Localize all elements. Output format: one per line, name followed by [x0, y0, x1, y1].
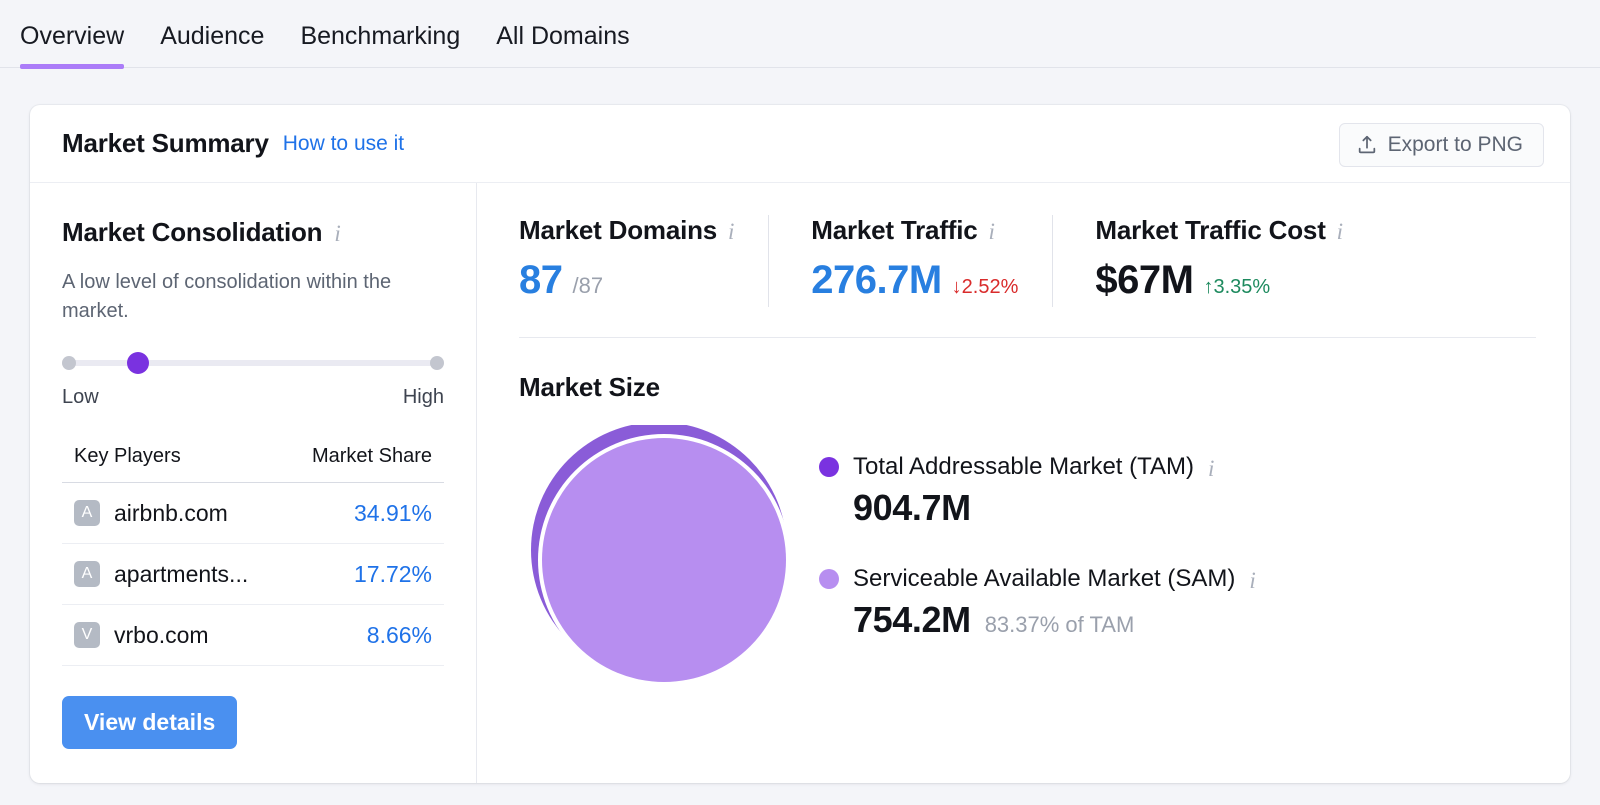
tam-value-row: 904.7M: [853, 487, 1256, 529]
slider-thumb[interactable]: [126, 352, 149, 374]
market-share-value: 17.72%: [353, 560, 432, 587]
column-header-market-share: Market Share: [311, 445, 432, 467]
market-share-value: 8.66%: [366, 621, 432, 648]
metric-value-suffix: /87: [572, 273, 604, 298]
tab-bar: Overview Audience Benchmarking All Domai…: [0, 0, 1600, 69]
market-share-value: 34.91%: [353, 499, 432, 526]
slider-low-label: Low: [62, 386, 99, 408]
legend-group-tam: Total Addressable Market (TAM) i 904.7M: [819, 453, 1256, 529]
market-consolidation-description: A low level of consolidation within the …: [62, 271, 392, 322]
metric-market-traffic-cost: Market Traffic Cost i $67M ↑3.35%: [1052, 215, 1376, 307]
market-size-body: Total Addressable Market (TAM) i 904.7M …: [519, 422, 1536, 695]
legend-item-sam: Serviceable Available Market (SAM) i: [819, 565, 1256, 593]
key-player-cell: A airbnb.com: [74, 500, 228, 527]
tab-benchmarking[interactable]: Benchmarking: [282, 0, 478, 69]
domain-label: airbnb.com: [114, 499, 228, 526]
metric-value-row: 276.7M ↓2.52%: [811, 258, 1018, 303]
info-icon[interactable]: i: [334, 222, 340, 245]
info-icon[interactable]: i: [728, 220, 734, 243]
tam-color-dot: [819, 457, 839, 477]
market-size-title: Market Size: [519, 372, 660, 402]
domain-label: vrbo.com: [114, 621, 209, 648]
metric-market-domains: Market Domains i 87 /87: [519, 215, 768, 303]
metric-label: Market Traffic Cost i: [1095, 215, 1343, 246]
metric-value-row: 87 /87: [519, 258, 734, 303]
info-icon[interactable]: i: [989, 220, 995, 243]
slider-end-high: [430, 356, 444, 370]
metric-delta: ↓2.52%: [951, 276, 1019, 298]
metric-title: Market Domains: [519, 215, 718, 245]
how-to-use-it-link[interactable]: How to use it: [283, 132, 404, 156]
tam-label: Total Addressable Market (TAM): [853, 453, 1195, 480]
info-icon[interactable]: i: [1249, 569, 1255, 592]
favicon-icon: A: [74, 500, 100, 526]
market-consolidation-title: Market Consolidation: [62, 217, 323, 247]
market-summary-card: Market Summary How to use it Export to P…: [30, 105, 1570, 783]
tab-benchmarking-label: Benchmarking: [300, 22, 461, 50]
sam-circle: [542, 438, 786, 682]
metric-title: Market Traffic: [811, 215, 978, 245]
slider-high-label: High: [402, 386, 444, 408]
slider-end-low: [62, 356, 76, 370]
market-metrics-panel: Market Domains i 87 /87 Market Traffic i…: [477, 183, 1570, 783]
tab-all-domains-label: All Domains: [496, 22, 630, 50]
domain-label: apartments...: [114, 560, 249, 587]
column-header-key-players: Key Players: [74, 445, 181, 467]
metric-value-row: $67M ↑3.35%: [1095, 258, 1342, 303]
table-header-row: Key Players Market Share: [62, 445, 444, 483]
upload-icon: [1356, 134, 1378, 156]
export-to-png-button[interactable]: Export to PNG: [1338, 123, 1544, 167]
metric-delta: ↑3.35%: [1203, 276, 1271, 298]
market-size-chart: [519, 422, 819, 695]
tab-overview-label: Overview: [20, 22, 125, 50]
slider-track: [62, 360, 444, 366]
tab-overview[interactable]: Overview: [20, 0, 142, 69]
key-players-table: Key Players Market Share A airbnb.com 34…: [62, 445, 444, 666]
card-header: Market Summary How to use it Export to P…: [30, 105, 1570, 183]
info-icon[interactable]: i: [1337, 220, 1343, 243]
metric-market-traffic: Market Traffic i 276.7M ↓2.52%: [768, 215, 1052, 307]
tab-audience[interactable]: Audience: [142, 0, 282, 69]
table-row[interactable]: V vrbo.com 8.66%: [62, 605, 444, 666]
metric-value: $67M: [1095, 258, 1194, 302]
info-icon[interactable]: i: [1208, 457, 1214, 480]
export-to-png-label: Export to PNG: [1387, 133, 1523, 156]
tab-audience-label: Audience: [160, 22, 265, 50]
tab-all-domains[interactable]: All Domains: [478, 0, 647, 69]
table-row[interactable]: A apartments... 17.72%: [62, 544, 444, 605]
market-consolidation-panel: Market Consolidation i A low level of co…: [30, 183, 477, 783]
divider: [519, 337, 1536, 338]
legend-group-sam: Serviceable Available Market (SAM) i 754…: [819, 565, 1256, 641]
sam-value: 754.2M: [853, 599, 971, 640]
legend-item-tam: Total Addressable Market (TAM) i: [819, 453, 1256, 481]
favicon-icon: A: [74, 561, 100, 587]
favicon-icon: V: [74, 622, 100, 648]
table-row[interactable]: A airbnb.com 34.91%: [62, 483, 444, 544]
metric-label: Market Traffic i: [811, 215, 1018, 246]
market-consolidation-heading: Market Consolidation i: [62, 217, 444, 248]
sam-ratio-note: 83.37% of TAM: [984, 612, 1135, 637]
tam-value: 904.7M: [853, 487, 971, 528]
metrics-row: Market Domains i 87 /87 Market Traffic i…: [519, 215, 1536, 331]
consolidation-slider[interactable]: [62, 352, 444, 374]
nested-circles-chart: [531, 422, 790, 686]
sam-color-dot: [819, 569, 839, 589]
view-details-button[interactable]: View details: [62, 696, 238, 749]
card-body: Market Consolidation i A low level of co…: [30, 183, 1570, 783]
page-title: Market Summary: [62, 128, 269, 158]
sam-label: Serviceable Available Market (SAM): [853, 565, 1236, 592]
metric-value: 276.7M: [811, 258, 942, 302]
metric-label: Market Domains i: [519, 215, 734, 246]
market-size-legend: Total Addressable Market (TAM) i 904.7M …: [819, 425, 1256, 695]
metric-value: 87: [519, 258, 563, 302]
metric-title: Market Traffic Cost: [1095, 215, 1326, 245]
key-player-cell: A apartments...: [74, 561, 248, 588]
sam-value-row: 754.2M 83.37% of TAM: [853, 599, 1256, 641]
key-player-cell: V vrbo.com: [74, 622, 209, 649]
slider-labels: Low High: [62, 386, 444, 409]
